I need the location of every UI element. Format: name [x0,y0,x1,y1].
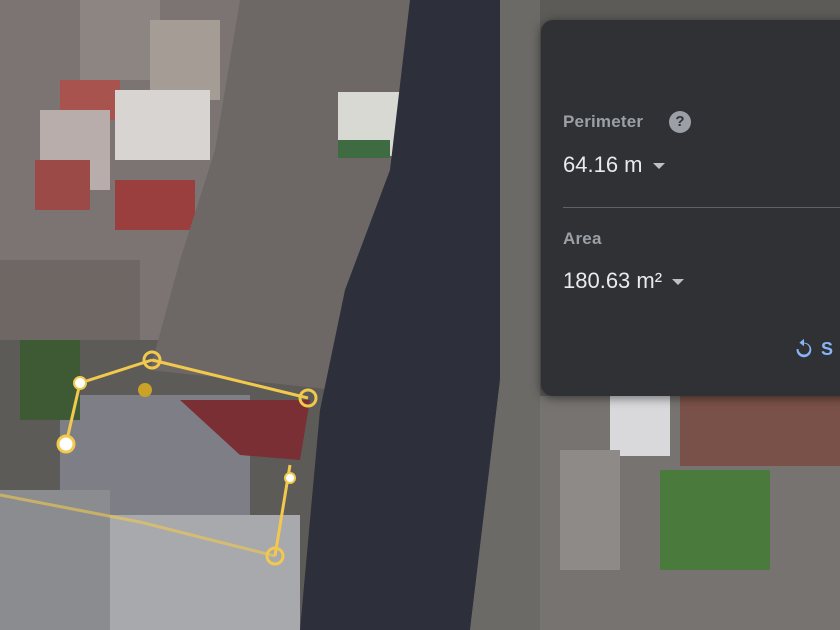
save-button-label: S [821,338,834,359]
measure-point [284,472,296,484]
divider [563,207,840,208]
perimeter-value[interactable]: 64.16 m [563,152,665,178]
measure-point [56,434,76,454]
caret-down-icon[interactable] [652,163,665,169]
caret-down-icon[interactable] [672,279,685,285]
perimeter-label: Perimeter [563,112,644,131]
help-icon[interactable]: ? [669,111,691,133]
perimeter-value-text: 64.16 m [563,152,643,177]
area-label: Area [563,229,602,248]
measure-point [138,383,152,397]
measure-point [73,376,87,390]
undo-icon [796,338,812,358]
area-value-text: 180.63 m² [563,268,663,293]
save-button[interactable]: S [793,336,833,362]
area-value[interactable]: 180.63 m² [563,268,685,294]
measure-panel: Perimeter ? 64.16 m Area 180.63 m² S [541,20,840,396]
